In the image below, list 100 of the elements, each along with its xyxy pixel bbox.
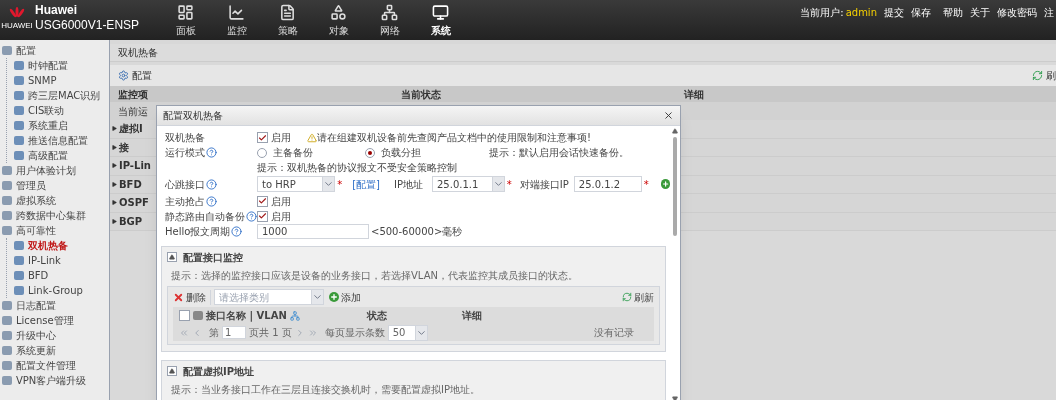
- checkbox-label: 启用: [271, 194, 291, 209]
- sidebar-item[interactable]: 高级配置: [7, 148, 109, 163]
- help-icon[interactable]: [246, 210, 257, 222]
- sidebar-item[interactable]: 跨数据中心集群: [0, 208, 109, 223]
- checkbox[interactable]: [179, 310, 190, 321]
- pager-label: 第: [209, 326, 219, 340]
- refresh-icon: [622, 292, 632, 302]
- help-icon[interactable]: [206, 195, 217, 207]
- field-label: 运行模式: [165, 146, 205, 160]
- header-link[interactable]: 提交: [884, 5, 904, 20]
- sidebar-item[interactable]: SNMP: [7, 73, 109, 88]
- sidebar-item[interactable]: 配置: [0, 43, 109, 58]
- header-link[interactable]: 修改密码: [997, 5, 1037, 20]
- dropdown-icon: [311, 290, 323, 304]
- sidebar-item[interactable]: 时钟配置: [7, 58, 109, 73]
- nav-tab[interactable]: 策略: [269, 4, 307, 38]
- section-title: 配置虚拟IP地址: [183, 364, 255, 379]
- hello-interval-field[interactable]: 1000: [257, 224, 369, 239]
- sidebar-item[interactable]: 系统重启: [7, 118, 109, 133]
- collapse-toggle[interactable]: [167, 252, 177, 262]
- flower-logo-icon: [9, 6, 25, 20]
- help-icon[interactable]: [206, 178, 217, 190]
- sidebar-item[interactable]: Link-Group: [7, 283, 109, 298]
- column-header: 详细: [461, 309, 482, 323]
- nav-tab[interactable]: 监控: [218, 4, 256, 38]
- peer-ip-field[interactable]: 25.0.1.2: [573, 176, 642, 193]
- header-link[interactable]: 关于: [970, 5, 990, 20]
- required-mark: *: [505, 177, 513, 192]
- sidebar-item[interactable]: BFD: [7, 268, 109, 283]
- scroll-thumb[interactable]: [673, 137, 677, 236]
- close-icon[interactable]: [663, 110, 674, 121]
- section-hint: 提示：选择的监控接口应该是设备的业务接口，若选择VLAN，代表监控其成员接口的状态。: [171, 269, 579, 283]
- gear-icon: [118, 70, 129, 81]
- sidebar-item[interactable]: 推送信息配置: [7, 133, 109, 148]
- scroll-up-icon[interactable]: [672, 128, 678, 134]
- expand-triangle-icon: [112, 163, 117, 169]
- page-size-select[interactable]: 50: [387, 324, 428, 341]
- table-cell-text: 当前运: [118, 104, 148, 119]
- radio-button[interactable]: [257, 147, 267, 158]
- checkbox[interactable]: [257, 132, 268, 143]
- collapse-toggle[interactable]: [167, 366, 177, 376]
- section-title: 配置接口监控: [183, 250, 243, 265]
- logo-caption: HUAWEI: [1, 22, 33, 30]
- pager-label: 页共 1 页: [249, 326, 292, 340]
- header-link[interactable]: 保存: [911, 5, 931, 20]
- network-icon: [289, 310, 300, 321]
- expand-triangle-icon: [112, 181, 117, 187]
- help-icon[interactable]: [206, 147, 217, 158]
- config-link[interactable]: [配置]: [352, 176, 380, 192]
- sidebar-item[interactable]: License管理: [0, 313, 109, 328]
- sidebar-item[interactable]: 虚拟系统: [0, 193, 109, 208]
- column-header: 监控项: [117, 87, 149, 102]
- sidebar-item[interactable]: 升级中心: [0, 328, 109, 343]
- sidebar-item[interactable]: 高可靠性: [0, 223, 109, 238]
- checkbox[interactable]: [257, 210, 268, 222]
- expand-triangle-icon: [112, 218, 117, 224]
- sidebar-item[interactable]: 双机热备: [7, 238, 109, 253]
- radio-label: 主备备份: [273, 146, 313, 160]
- nav-tab[interactable]: 对象: [320, 4, 358, 38]
- add-icon[interactable]: [660, 179, 670, 190]
- nav-tab[interactable]: 面板: [167, 4, 205, 38]
- column-header: 状态: [365, 309, 388, 323]
- delete-button[interactable]: 删除: [173, 289, 211, 305]
- sidebar-item[interactable]: CIS联动: [7, 103, 109, 118]
- add-button[interactable]: 添加: [329, 289, 361, 305]
- page-field[interactable]: 1: [222, 326, 246, 339]
- radio-button[interactable]: [365, 147, 375, 158]
- add-icon: [329, 292, 339, 302]
- dialog-title: 配置双机热备: [163, 109, 223, 123]
- nav-tab[interactable]: 系统: [422, 4, 460, 38]
- sidebar-item[interactable]: VPN客户端升级: [0, 373, 109, 388]
- sidebar-item[interactable]: 用户体验计划: [0, 163, 109, 178]
- sidebar-item[interactable]: 日志配置: [0, 298, 109, 313]
- config-button[interactable]: 配置: [118, 68, 152, 83]
- interface-select[interactable]: to HRP: [257, 176, 336, 193]
- sidebar-item[interactable]: 配置文件管理: [0, 358, 109, 373]
- checkbox[interactable]: [257, 195, 268, 207]
- scrollbar[interactable]: [670, 126, 680, 400]
- refresh-button[interactable]: 刷新: [622, 289, 654, 305]
- warning-icon: [307, 132, 317, 143]
- nav-icon: [432, 4, 450, 21]
- help-icon[interactable]: [231, 226, 243, 237]
- sidebar-item[interactable]: IP-Link: [7, 253, 109, 268]
- dropdown-icon: [322, 177, 335, 192]
- header-link[interactable]: 注: [1044, 5, 1054, 20]
- user-label: 当前用户:: [800, 6, 844, 20]
- field-label: 主动抢占: [165, 194, 205, 209]
- header-link[interactable]: 帮助: [943, 5, 963, 20]
- refresh-button[interactable]: 刷: [1032, 68, 1056, 83]
- nav-icon: [279, 4, 297, 21]
- sidebar-item[interactable]: 跨三层MAC识别: [7, 88, 109, 103]
- nav-tab[interactable]: 网络: [371, 4, 409, 38]
- section-hint: 提示：当业务接口工作在三层且连接交换机时，需要配置虚拟IP地址。: [171, 383, 481, 397]
- ip-select[interactable]: 25.0.1.1: [432, 176, 505, 193]
- nav-icon: [381, 4, 399, 21]
- sidebar-item[interactable]: 系统更新: [0, 343, 109, 358]
- user-name: admin: [845, 6, 877, 20]
- refresh-icon: [1032, 70, 1043, 81]
- delete-icon: [173, 291, 184, 303]
- sidebar-item[interactable]: 管理员: [0, 178, 109, 193]
